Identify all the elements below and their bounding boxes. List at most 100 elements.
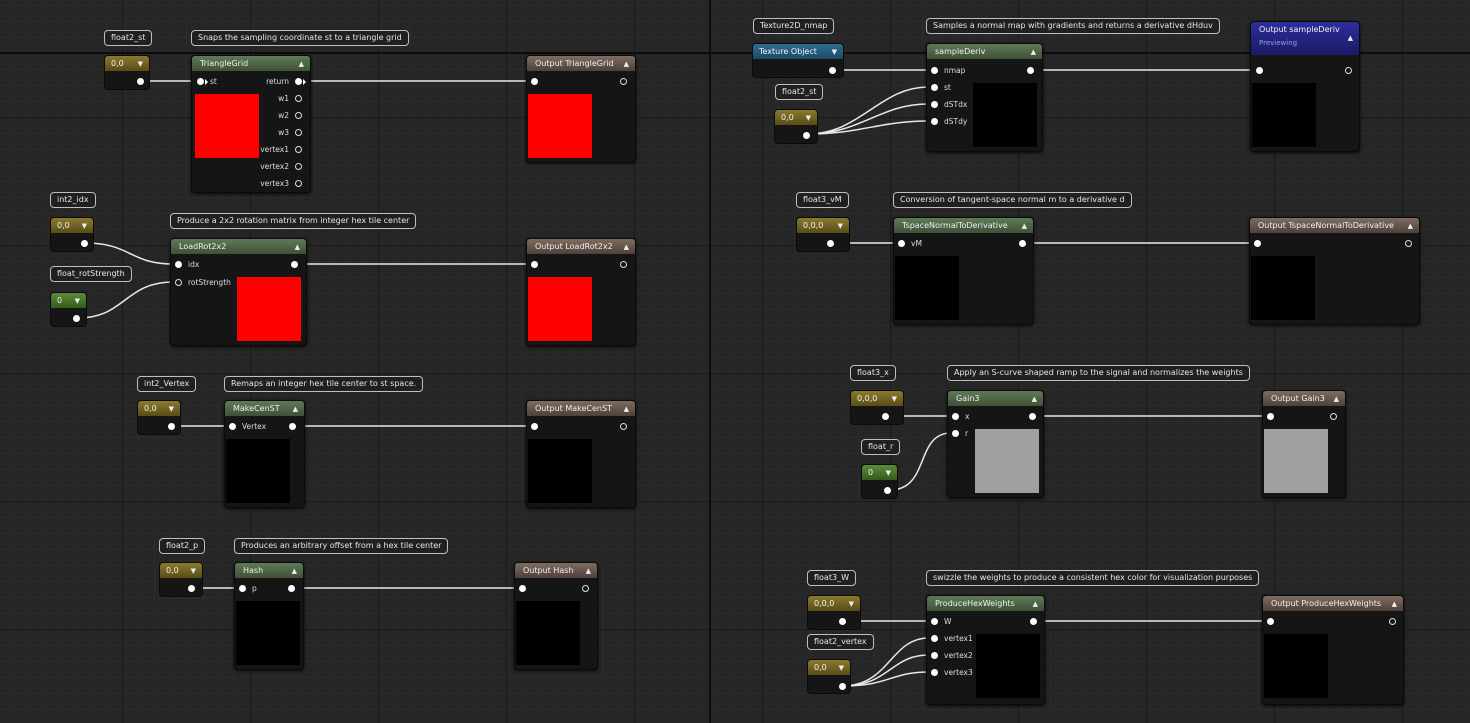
output-pin-vertex1[interactable] — [295, 146, 302, 153]
node-hash[interactable]: Hash ▲ p — [234, 562, 304, 670]
output-pin[interactable] — [288, 585, 295, 592]
node-output-trianglegrid[interactable]: Output TriangleGrid ▲ — [526, 55, 636, 163]
input-pin-vm[interactable] — [898, 240, 905, 247]
output-pin[interactable] — [829, 67, 836, 74]
comment-samplederiv[interactable]: Samples a normal map with gradients and … — [926, 18, 1220, 34]
param-node-float2-st[interactable]: 0,0 ▼ — [104, 55, 150, 90]
input-pin-r[interactable] — [952, 430, 959, 437]
input-pin-st[interactable] — [197, 78, 204, 85]
output-pin[interactable] — [137, 78, 144, 85]
output-pin[interactable] — [1029, 413, 1036, 420]
param-node-float-r[interactable]: 0 ▼ — [861, 464, 898, 499]
param-name-float2-st-b[interactable]: float2_st — [775, 84, 824, 100]
chevron-down-icon[interactable]: ▼ — [191, 567, 196, 575]
chevron-up-icon[interactable]: ▲ — [1334, 395, 1339, 403]
chevron-down-icon[interactable]: ▼ — [169, 405, 174, 413]
input-pin[interactable] — [531, 261, 538, 268]
node-output-loadrot2x2[interactable]: Output LoadRot2x2 ▲ — [526, 238, 636, 346]
input-pin-st[interactable] — [931, 84, 938, 91]
output-pin[interactable] — [620, 423, 627, 430]
node-samplederiv[interactable]: sampleDeriv ▲ nmap st dSTdx dSTdy — [926, 43, 1043, 152]
param-node-texture2d-nmap[interactable]: Texture Object ▼ — [752, 43, 844, 78]
param-name-float2-p[interactable]: float2_p — [159, 538, 206, 554]
node-output-hash[interactable]: Output Hash ▲ — [514, 562, 598, 670]
input-pin[interactable] — [1254, 240, 1261, 247]
chevron-up-icon[interactable]: ▲ — [624, 243, 629, 251]
input-pin-w[interactable] — [931, 618, 938, 625]
chevron-up-icon[interactable]: ▲ — [1348, 34, 1353, 42]
param-node-float3-x[interactable]: 0,0,0 ▼ — [850, 390, 904, 425]
comment-makecenst[interactable]: Remaps an integer hex tile center to st … — [224, 376, 424, 392]
param-node-float2-p[interactable]: 0,0 ▼ — [159, 562, 203, 597]
param-name-float3-w[interactable]: float3_W — [807, 570, 856, 586]
input-pin-x[interactable] — [952, 413, 959, 420]
comment-trianglegrid[interactable]: Snaps the sampling coordinate st to a tr… — [191, 30, 409, 46]
comment-producehex[interactable]: swizzle the weights to produce a consist… — [926, 570, 1260, 586]
input-pin[interactable] — [531, 423, 538, 430]
output-pin[interactable] — [1019, 240, 1026, 247]
param-name-float-rotstrength[interactable]: float_rotStrength — [50, 266, 132, 282]
param-node-float-rotstrength[interactable]: 0 ▼ — [50, 292, 87, 327]
node-gain3[interactable]: Gain3 ▲ x r — [947, 390, 1044, 498]
output-pin[interactable] — [1030, 618, 1037, 625]
chevron-up-icon[interactable]: ▲ — [624, 60, 629, 68]
param-node-int2-idx[interactable]: 0,0 ▼ — [50, 217, 94, 252]
chevron-up-icon[interactable]: ▲ — [1033, 600, 1038, 608]
output-pin[interactable] — [839, 618, 846, 625]
output-pin[interactable] — [620, 261, 627, 268]
output-pin[interactable] — [839, 683, 846, 690]
node-makecenst[interactable]: MakeCenST ▲ Vertex — [224, 400, 305, 508]
param-node-float3-w[interactable]: 0,0,0 ▼ — [807, 595, 861, 630]
output-pin[interactable] — [188, 585, 195, 592]
param-node-float3-vm[interactable]: 0,0,0 ▼ — [796, 217, 850, 252]
input-pin-nmap[interactable] — [931, 67, 938, 74]
param-name-float3-x[interactable]: float3_x — [850, 365, 896, 381]
output-pin[interactable] — [620, 78, 627, 85]
chevron-down-icon[interactable]: ▼ — [839, 664, 844, 672]
output-pin-w2[interactable] — [295, 112, 302, 119]
param-name-float3-vm[interactable]: float3_vM — [796, 192, 849, 208]
output-pin-vertex3[interactable] — [295, 180, 302, 187]
output-pin[interactable] — [882, 413, 889, 420]
comment-tspace[interactable]: Conversion of tangent-space normal m to … — [893, 192, 1132, 208]
param-name-float-r[interactable]: float_r — [861, 439, 901, 455]
input-pin-rotstrength[interactable] — [175, 279, 182, 286]
param-name-int2-vertex[interactable]: int2_Vertex — [137, 376, 197, 392]
input-pin-vertex2[interactable] — [931, 652, 938, 659]
chevron-up-icon[interactable]: ▲ — [1392, 600, 1397, 608]
chevron-down-icon[interactable]: ▼ — [832, 48, 837, 56]
input-pin[interactable] — [519, 585, 526, 592]
param-node-float2-st-b[interactable]: 0,0 ▼ — [774, 109, 818, 144]
chevron-up-icon[interactable]: ▲ — [1031, 48, 1036, 56]
input-pin[interactable] — [1267, 618, 1274, 625]
chevron-down-icon[interactable]: ▼ — [849, 600, 854, 608]
param-node-float2-vertex[interactable]: 0,0 ▼ — [807, 659, 851, 694]
chevron-up-icon[interactable]: ▲ — [293, 405, 298, 413]
output-pin[interactable] — [81, 240, 88, 247]
input-pin[interactable] — [1267, 413, 1274, 420]
chevron-up-icon[interactable]: ▲ — [299, 60, 304, 68]
param-node-int2-vertex[interactable]: 0,0 ▼ — [137, 400, 181, 435]
chevron-up-icon[interactable]: ▲ — [1022, 222, 1027, 230]
comment-loadrot2x2[interactable]: Produce a 2x2 rotation matrix from integ… — [170, 213, 417, 229]
output-pin[interactable] — [73, 315, 80, 322]
output-pin[interactable] — [1330, 413, 1337, 420]
comment-hash[interactable]: Produces an arbitrary offset from a hex … — [234, 538, 449, 554]
node-output-makecenst[interactable]: Output MakeCenST ▲ — [526, 400, 636, 508]
output-pin[interactable] — [884, 487, 891, 494]
input-pin[interactable] — [1256, 67, 1263, 74]
input-pin-dstdx[interactable] — [931, 101, 938, 108]
chevron-down-icon[interactable]: ▼ — [82, 222, 87, 230]
output-pin[interactable] — [1405, 240, 1412, 247]
chevron-down-icon[interactable]: ▼ — [838, 222, 843, 230]
chevron-up-icon[interactable]: ▲ — [624, 405, 629, 413]
output-pin[interactable] — [291, 261, 298, 268]
chevron-down-icon[interactable]: ▼ — [138, 60, 143, 68]
input-pin-vertex1[interactable] — [931, 635, 938, 642]
output-pin[interactable] — [1345, 67, 1352, 74]
chevron-down-icon[interactable]: ▼ — [75, 297, 80, 305]
output-pin[interactable] — [1389, 618, 1396, 625]
comment-gain3[interactable]: Apply an S-curve shaped ramp to the sign… — [947, 365, 1250, 381]
output-pin[interactable] — [582, 585, 589, 592]
chevron-up-icon[interactable]: ▲ — [295, 243, 300, 251]
